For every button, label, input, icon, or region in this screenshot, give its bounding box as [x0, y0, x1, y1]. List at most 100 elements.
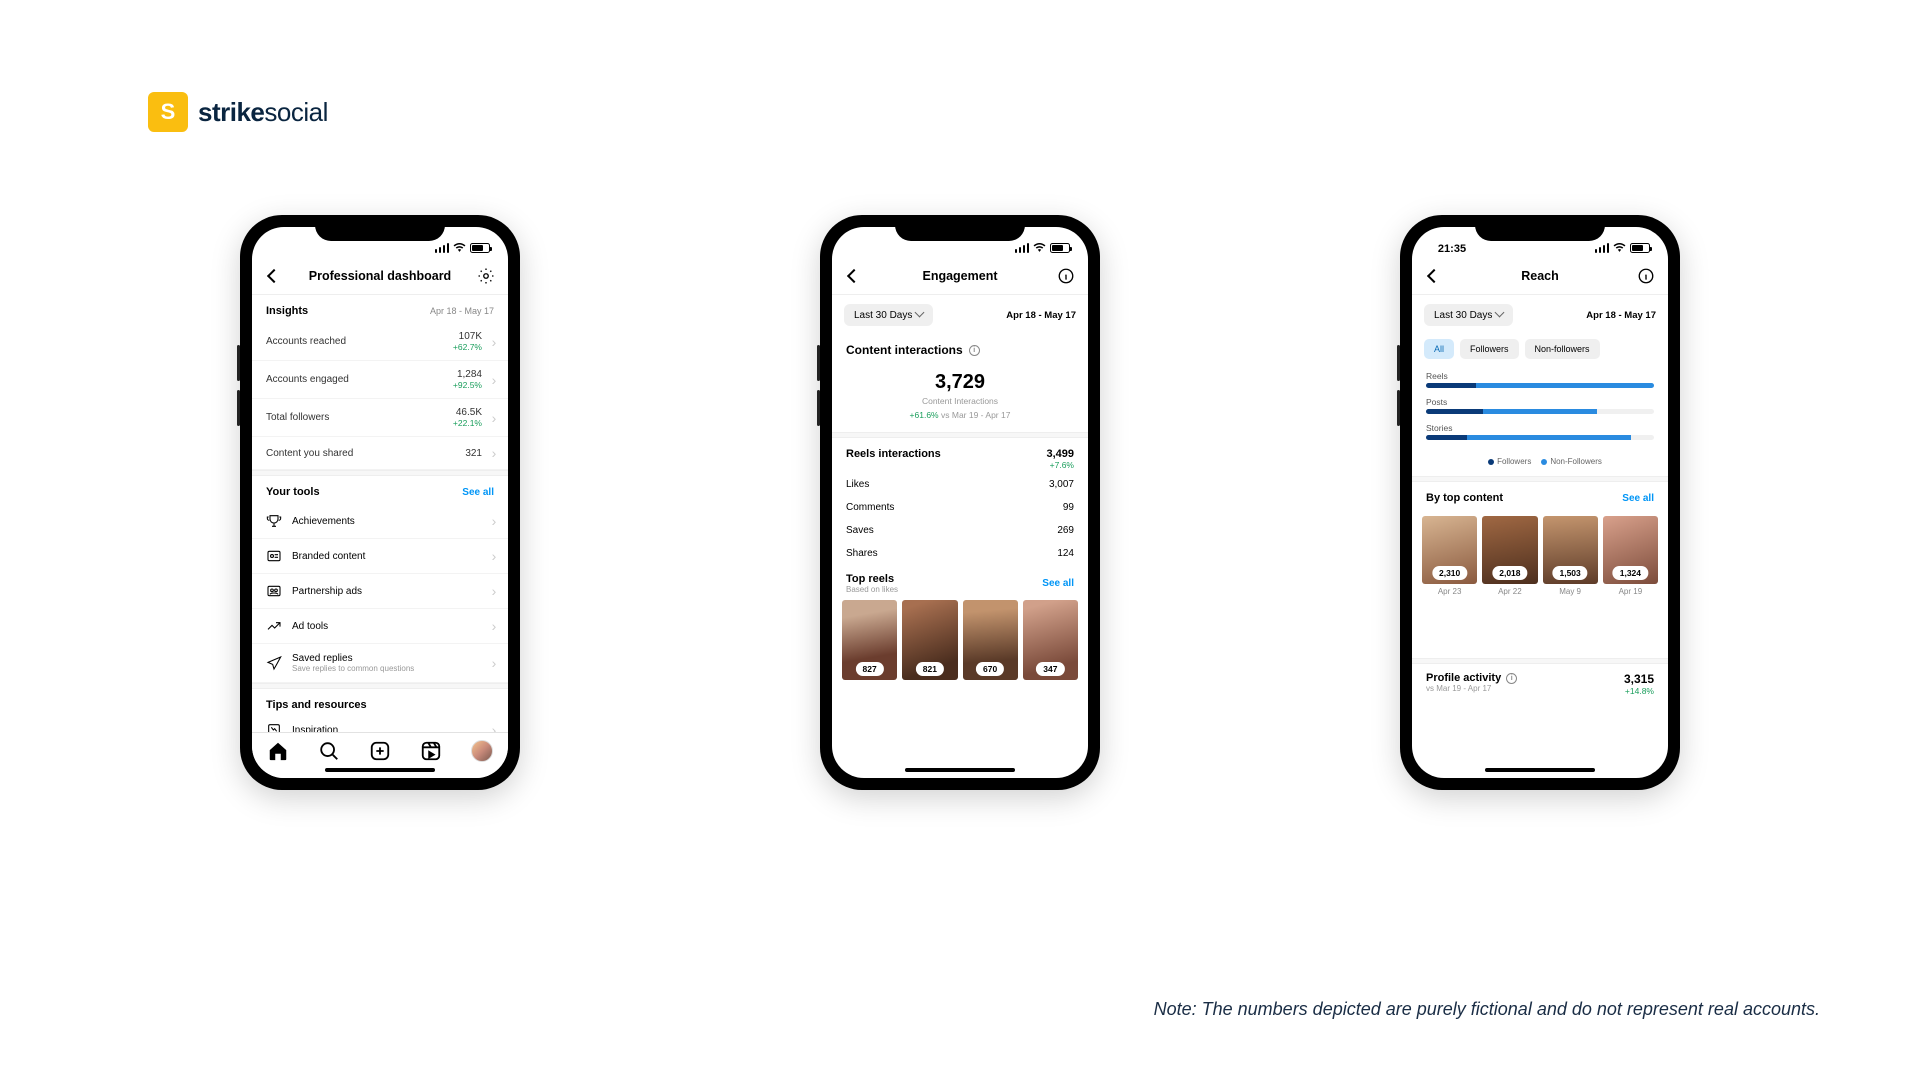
date-filter-dropdown[interactable]: Last 30 Days: [844, 304, 933, 326]
info-icon[interactable]: [1636, 266, 1656, 286]
your-tools-heading: Your tools: [266, 486, 320, 498]
footnote-text: Note: The numbers depicted are purely fi…: [1154, 999, 1820, 1020]
back-icon[interactable]: [844, 266, 864, 286]
chart-legend: FollowersNon-Followers: [1412, 455, 1668, 476]
info-icon[interactable]: i: [969, 345, 980, 356]
wifi-icon: [1033, 241, 1046, 255]
chevron-right-icon: ›: [486, 655, 502, 671]
reel-thumbnail[interactable]: 347: [1023, 600, 1078, 680]
battery-icon: [1050, 243, 1070, 253]
info-icon[interactable]: i: [1506, 673, 1517, 684]
screen-header: Professional dashboard: [252, 257, 508, 295]
chevron-down-icon: [1496, 309, 1503, 321]
chevron-right-icon: ›: [486, 548, 502, 564]
screen-header: Reach: [1412, 257, 1668, 295]
back-icon[interactable]: [1424, 266, 1444, 286]
top-reels-heading: Top reels: [846, 573, 898, 585]
page-title: Reach: [1444, 269, 1636, 283]
page-title: Professional dashboard: [284, 269, 476, 283]
profile-avatar-icon[interactable]: [471, 740, 493, 762]
signal-icon: [1595, 243, 1610, 253]
trophy-icon: [266, 513, 282, 529]
partnership-icon: [266, 583, 282, 599]
chevron-right-icon: ›: [486, 583, 502, 599]
battery-icon: [1630, 243, 1650, 253]
see-all-top-content-link[interactable]: See all: [1622, 493, 1654, 504]
profile-activity-change: +14.8%: [1624, 686, 1654, 696]
battery-icon: [470, 243, 490, 253]
stat-likes: Likes3,007: [832, 473, 1088, 496]
top-content-item[interactable]: 1,324Apr 19: [1603, 516, 1658, 596]
saved-replies-icon: [266, 655, 282, 671]
top-content-item[interactable]: 1,503May 9: [1543, 516, 1598, 596]
phone-dashboard: Professional dashboard Insights Apr 18 -…: [240, 215, 520, 790]
insights-date-range: Apr 18 - May 17: [430, 306, 494, 316]
metric-content-shared[interactable]: Content you shared 321 ›: [252, 437, 508, 470]
chevron-right-icon: ›: [486, 334, 502, 350]
chevron-right-icon: ›: [486, 410, 502, 426]
date-range-label: Apr 18 - May 17: [1006, 310, 1076, 321]
tool-achievements[interactable]: Achievements ›: [252, 504, 508, 539]
see-all-tools-link[interactable]: See all: [462, 487, 494, 498]
phone-reach: 21:35 Reach Last 30 Days Apr 18 - May 17: [1400, 215, 1680, 790]
brand-logo: S strikesocial: [148, 92, 328, 132]
reel-thumbnail[interactable]: 827: [842, 600, 897, 680]
reel-thumbnail[interactable]: 821: [902, 600, 957, 680]
tool-saved-replies[interactable]: Saved repliesSave replies to common ques…: [252, 644, 508, 683]
wifi-icon: [453, 241, 466, 255]
profile-activity-row[interactable]: Profile activityi vs Mar 19 - Apr 17 3,3…: [1412, 664, 1668, 704]
status-time: 21:35: [1430, 243, 1474, 255]
metric-total-followers[interactable]: Total followers 46.5K+22.1% ›: [252, 399, 508, 437]
date-range-label: Apr 18 - May 17: [1586, 310, 1656, 321]
reels-interactions-value: 3,499: [1046, 448, 1074, 460]
page-title: Engagement: [864, 269, 1056, 283]
back-icon[interactable]: [264, 266, 284, 286]
content-interactions-heading: Content interactions: [846, 343, 963, 357]
settings-icon[interactable]: [476, 266, 496, 286]
reels-interactions-heading: Reels interactions: [846, 448, 941, 471]
segment-followers[interactable]: Followers: [1460, 339, 1519, 359]
branded-icon: [266, 548, 282, 564]
top-content-item[interactable]: 2,310Apr 23: [1422, 516, 1477, 596]
total-interactions-value: 3,729: [832, 361, 1088, 394]
reel-thumbnail[interactable]: 670: [963, 600, 1018, 680]
profile-activity-value: 3,315: [1624, 672, 1654, 686]
tips-heading: Tips and resources: [266, 699, 367, 711]
stat-comments: Comments99: [832, 496, 1088, 519]
chevron-right-icon: ›: [486, 513, 502, 529]
phone-engagement: Engagement Last 30 Days Apr 18 - May 17 …: [820, 215, 1100, 790]
chevron-right-icon: ›: [486, 372, 502, 388]
see-all-reels-link[interactable]: See all: [1042, 578, 1074, 589]
search-icon[interactable]: [318, 740, 340, 762]
segment-all[interactable]: All: [1424, 339, 1454, 359]
adtools-icon: [266, 618, 282, 634]
by-top-content-heading: By top content: [1426, 492, 1503, 504]
stat-shares: Shares124: [832, 542, 1088, 565]
info-icon[interactable]: [1056, 266, 1076, 286]
top-content-item[interactable]: 2,018Apr 22: [1482, 516, 1537, 596]
total-interactions-change: +61.6% vs Mar 19 - Apr 17: [832, 410, 1088, 432]
chevron-right-icon: ›: [486, 445, 502, 461]
chevron-down-icon: [916, 309, 923, 321]
home-icon[interactable]: [267, 740, 289, 762]
reels-icon[interactable]: [420, 740, 442, 762]
insights-heading: Insights: [266, 305, 308, 317]
date-filter-dropdown[interactable]: Last 30 Days: [1424, 304, 1513, 326]
tool-ad-tools[interactable]: Ad tools ›: [252, 609, 508, 644]
signal-icon: [435, 243, 450, 253]
stat-saves: Saves269: [832, 519, 1088, 542]
metric-accounts-reached[interactable]: Accounts reached 107K+62.7% ›: [252, 323, 508, 361]
signal-icon: [1015, 243, 1030, 253]
wifi-icon: [1613, 241, 1626, 255]
brand-logo-mark: S: [148, 92, 188, 132]
brand-logo-text: strikesocial: [198, 97, 328, 128]
chevron-right-icon: ›: [486, 618, 502, 634]
segment-non-followers[interactable]: Non-followers: [1525, 339, 1600, 359]
tool-branded-content[interactable]: Branded content ›: [252, 539, 508, 574]
tool-partnership-ads[interactable]: Partnership ads ›: [252, 574, 508, 609]
top-reels-subheading: Based on likes: [846, 585, 898, 594]
metric-accounts-engaged[interactable]: Accounts engaged 1,284+92.5% ›: [252, 361, 508, 399]
create-icon[interactable]: [369, 740, 391, 762]
total-interactions-label: Content Interactions: [832, 394, 1088, 410]
screen-header: Engagement: [832, 257, 1088, 295]
